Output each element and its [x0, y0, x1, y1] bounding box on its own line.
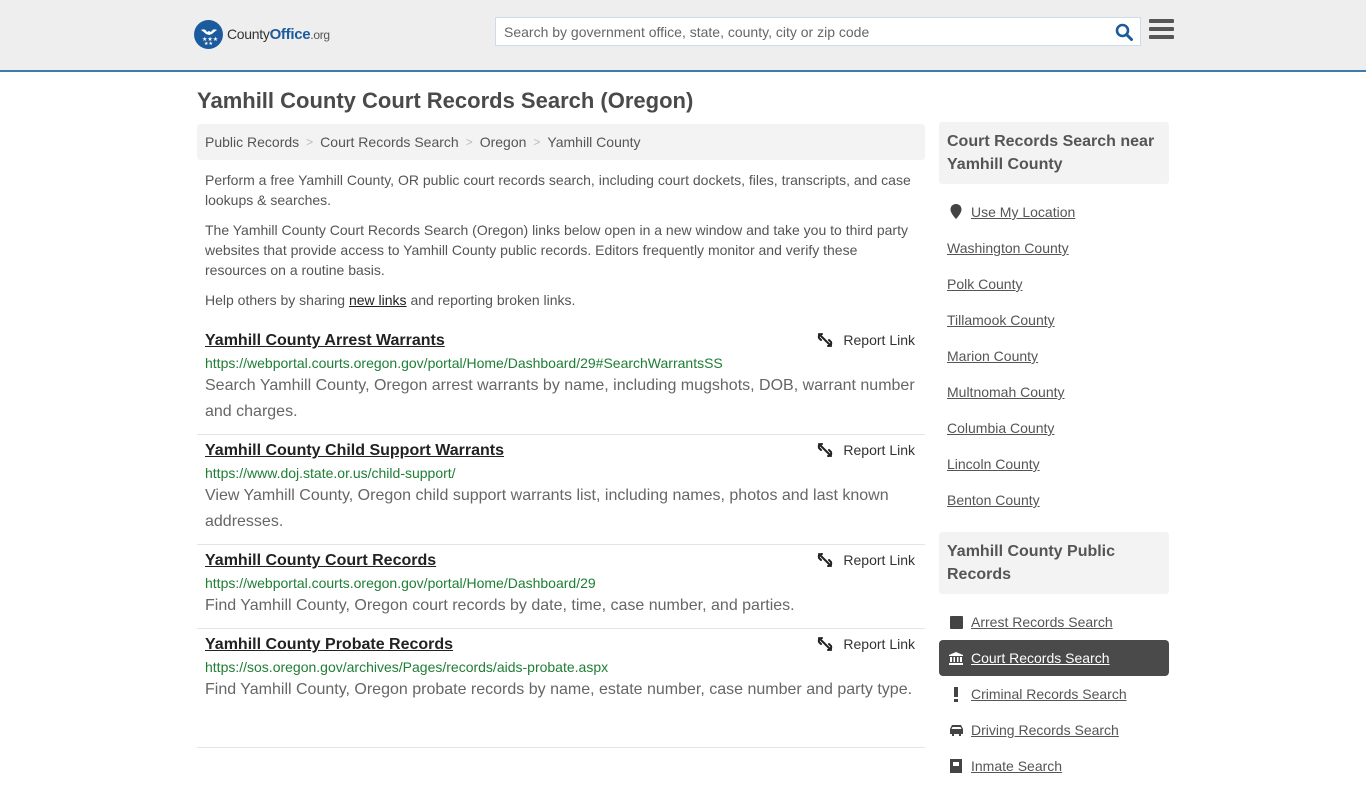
use-my-location-item[interactable]: Use My Location	[939, 194, 1169, 230]
nearby-county-item[interactable]: Washington County	[939, 230, 1169, 266]
result-title-link[interactable]: Yamhill County Arrest Warrants	[205, 331, 445, 351]
nearby-county-link[interactable]: Tillamook County	[947, 312, 1055, 328]
nearby-county-link[interactable]: Multnomah County	[947, 384, 1065, 400]
nearby-county-item[interactable]: Lincoln County	[939, 446, 1169, 482]
logo-text: CountyOffice.org	[227, 26, 330, 43]
nearby-list: Use My Location Washington County Polk C…	[939, 184, 1169, 532]
result-title-link[interactable]: Yamhill County Court Records	[205, 551, 436, 571]
search-button[interactable]	[1108, 18, 1140, 45]
public-records-heading: Yamhill County Public Records	[939, 532, 1169, 594]
nearby-county-link[interactable]: Washington County	[947, 240, 1069, 256]
sidebar: Court Records Search near Yamhill County…	[939, 122, 1169, 798]
intro-paragraph-3: Help others by sharing new links and rep…	[205, 292, 576, 308]
search-box	[495, 17, 1141, 46]
broken-link-icon	[818, 553, 833, 567]
new-links-link[interactable]: new links	[349, 292, 407, 308]
sidebar-item-criminal-records[interactable]: Criminal Records Search	[939, 676, 1169, 712]
hamburger-menu-icon[interactable]	[1149, 19, 1175, 43]
intro-paragraph-1: Perform a free Yamhill County, OR public…	[205, 172, 911, 208]
breadcrumb: Public Records > Court Records Search > …	[197, 124, 925, 160]
site-logo[interactable]: ★★★ ★★ CountyOffice.org	[194, 20, 330, 49]
result-title-link[interactable]: Yamhill County Child Support Warrants	[205, 441, 504, 461]
nearby-county-link[interactable]: Marion County	[947, 348, 1038, 364]
result-item: Yamhill County Child Support Warrants Re…	[197, 435, 925, 545]
sidebar-item-driving-records[interactable]: Driving Records Search	[939, 712, 1169, 748]
search-input[interactable]	[496, 18, 1108, 45]
nearby-county-link[interactable]: Lincoln County	[947, 456, 1040, 472]
result-url: https://webportal.courts.oregon.gov/port…	[205, 575, 596, 591]
car-icon	[947, 724, 965, 736]
report-link-button[interactable]: Report Link	[817, 636, 915, 652]
nearby-county-link[interactable]: Polk County	[947, 276, 1022, 292]
svg-text:★★: ★★	[204, 41, 213, 46]
broken-link-icon	[818, 443, 833, 457]
result-item: Yamhill County Court Records Report Link…	[197, 545, 925, 629]
map-marker-icon	[947, 204, 965, 220]
nearby-county-item[interactable]: Multnomah County	[939, 374, 1169, 410]
eagle-logo-icon: ★★★ ★★	[194, 20, 223, 49]
sidebar-item-arrest-records[interactable]: Arrest Records Search	[939, 604, 1169, 640]
result-description: Find Yamhill County, Oregon court record…	[205, 597, 795, 614]
report-link-button[interactable]: Report Link	[817, 552, 915, 568]
inmate-icon	[947, 759, 965, 773]
result-url: https://sos.oregon.gov/archives/Pages/re…	[205, 659, 609, 675]
report-link-button[interactable]: Report Link	[817, 442, 915, 458]
page-title: Yamhill County Court Records Search (Ore…	[197, 88, 694, 113]
report-link-button[interactable]: Report Link	[817, 332, 915, 348]
broken-link-icon	[818, 333, 833, 347]
sidebar-item-court-records[interactable]: Court Records Search	[939, 640, 1169, 676]
results-list: Yamhill County Arrest Warrants Report Li…	[197, 325, 925, 748]
result-description: Find Yamhill County, Oregon probate reco…	[205, 681, 913, 698]
breadcrumb-court-records-search[interactable]: Court Records Search	[320, 134, 459, 150]
top-header: ★★★ ★★ CountyOffice.org	[0, 0, 1366, 72]
use-my-location-link[interactable]: Use My Location	[971, 204, 1075, 220]
nearby-county-item[interactable]: Polk County	[939, 266, 1169, 302]
public-records-list: Arrest Records Search Court Records Sear…	[939, 594, 1169, 798]
result-description: View Yamhill County, Oregon child suppor…	[205, 487, 889, 530]
nearby-county-item[interactable]: Marion County	[939, 338, 1169, 374]
search-icon	[1115, 23, 1133, 41]
intro-text: Perform a free Yamhill County, OR public…	[205, 170, 920, 320]
breadcrumb-oregon[interactable]: Oregon	[480, 134, 527, 150]
nearby-county-link[interactable]: Benton County	[947, 492, 1040, 508]
breadcrumb-separator: >	[465, 135, 473, 149]
broken-link-icon	[818, 637, 833, 651]
sidebar-item-inmate-search[interactable]: Inmate Search	[939, 748, 1169, 784]
result-item: Yamhill County Arrest Warrants Report Li…	[197, 325, 925, 435]
nearby-county-link[interactable]: Columbia County	[947, 420, 1054, 436]
breadcrumb-yamhill-county[interactable]: Yamhill County	[547, 134, 640, 150]
courthouse-icon	[947, 651, 965, 665]
breadcrumb-separator: >	[533, 135, 541, 149]
breadcrumb-separator: >	[306, 135, 314, 149]
result-description: Search Yamhill County, Oregon arrest war…	[205, 377, 915, 420]
result-title-link[interactable]: Yamhill County Probate Records	[205, 635, 453, 655]
breadcrumb-public-records[interactable]: Public Records	[205, 134, 299, 150]
result-url: https://www.doj.state.or.us/child-suppor…	[205, 465, 456, 481]
intro-paragraph-2: The Yamhill County Court Records Search …	[205, 222, 908, 278]
nearby-county-item[interactable]: Columbia County	[939, 410, 1169, 446]
result-url: https://webportal.courts.oregon.gov/port…	[205, 355, 723, 371]
nearby-heading: Court Records Search near Yamhill County	[939, 122, 1169, 184]
exclamation-icon	[947, 686, 965, 702]
nearby-county-item[interactable]: Benton County	[939, 482, 1169, 518]
result-item: Yamhill County Probate Records Report Li…	[197, 629, 925, 748]
square-icon	[947, 615, 965, 629]
nearby-county-item[interactable]: Tillamook County	[939, 302, 1169, 338]
